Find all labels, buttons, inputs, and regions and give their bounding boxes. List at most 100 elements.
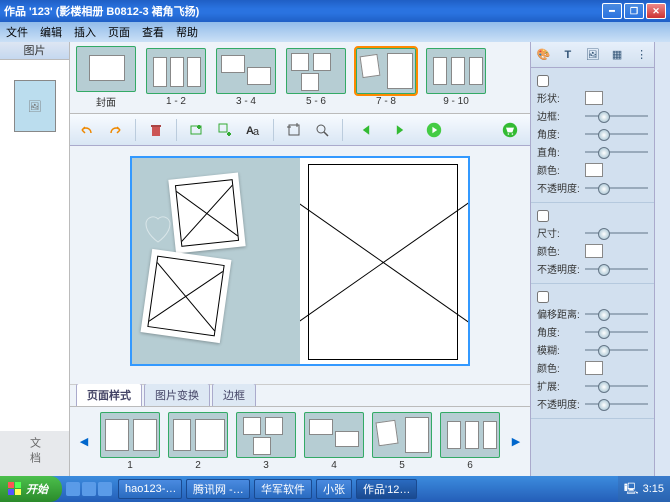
color-swatch-3[interactable] (585, 361, 603, 375)
vertical-scrollbar[interactable] (654, 42, 670, 476)
tray-icon[interactable]: 🖳 (624, 480, 639, 499)
text-tool-icon[interactable]: T (559, 46, 577, 64)
tab-border[interactable]: 边框 (212, 383, 256, 406)
add-shape-button[interactable] (214, 119, 236, 141)
play-button[interactable] (420, 116, 448, 144)
page-thumb-9-10[interactable] (426, 48, 486, 94)
style-thumb-2[interactable] (168, 412, 228, 458)
opacity-slider-1[interactable] (585, 182, 648, 194)
task-item-5[interactable]: 作品'12… (356, 479, 417, 499)
start-button[interactable]: 开始 (0, 476, 62, 502)
size-slider[interactable] (585, 227, 648, 239)
menu-file[interactable]: 文件 (6, 24, 28, 40)
task-item-1[interactable]: hao123-… (118, 479, 182, 499)
zoom-button[interactable] (311, 119, 333, 141)
menubar: 文件 编辑 插入 页面 查看 帮助 (0, 22, 670, 42)
page-thumb-5-6[interactable] (286, 48, 346, 94)
clock: 3:15 (643, 483, 664, 495)
taskbar: 开始 hao123-… 腾讯网 -… 华军软件 小张 作品'12… 🖳 3:15 (0, 476, 670, 502)
menu-edit[interactable]: 编辑 (40, 24, 62, 40)
strip-prev-button[interactable]: ◀ (76, 422, 92, 462)
crop-button[interactable] (283, 119, 305, 141)
menu-insert[interactable]: 插入 (74, 24, 96, 40)
outline-enable-checkbox[interactable] (537, 210, 549, 222)
offset-slider[interactable] (585, 308, 648, 320)
expand-slider[interactable] (585, 380, 648, 392)
photo-slot-1[interactable] (168, 173, 245, 254)
task-item-2[interactable]: 腾讯网 -… (186, 479, 250, 499)
prop-group-outline: 尺寸: 颜色: 不透明度: (531, 203, 654, 284)
opacity-slider-3[interactable] (585, 398, 648, 410)
prop-group-shadow: 偏移距离: 角度: 模糊: 颜色: 扩展: 不透明度: (531, 284, 654, 419)
system-tray[interactable]: 🖳 3:15 (618, 476, 670, 502)
angle-slider[interactable] (585, 128, 648, 140)
menu-view[interactable]: 查看 (142, 24, 164, 40)
add-text-button[interactable]: Aa (242, 119, 264, 141)
titlebar: 作品 '123' (影楼相册 B0812-3 裙角飞扬) ━ ❐ ✕ (0, 0, 670, 22)
ql-icon-1[interactable] (66, 482, 80, 496)
prop-group-shape: 形状: 边框: 角度: 直角: 颜色: 不透明度: (531, 68, 654, 203)
layers-icon[interactable]: ▦ (608, 46, 626, 64)
page-left[interactable] (132, 158, 300, 364)
canvas[interactable] (70, 146, 530, 384)
page-thumb-cover[interactable] (76, 46, 136, 92)
shadow-enable-checkbox[interactable] (537, 291, 549, 303)
menu-page[interactable]: 页面 (108, 24, 130, 40)
next-page-button[interactable] (386, 116, 414, 144)
opacity-slider-2[interactable] (585, 263, 648, 275)
photo-slot-3[interactable] (308, 164, 458, 360)
minimize-button[interactable]: ━ (602, 3, 622, 19)
shape-enable-checkbox[interactable] (537, 75, 549, 87)
undo-button[interactable] (76, 119, 98, 141)
style-thumb-5[interactable] (372, 412, 432, 458)
style-thumb-6[interactable] (440, 412, 500, 458)
tab-page-style[interactable]: 页面样式 (76, 383, 142, 406)
color-swatch-2[interactable] (585, 244, 603, 258)
style-thumb-4[interactable] (304, 412, 364, 458)
page-thumb-3-4[interactable] (216, 48, 276, 94)
prev-page-button[interactable] (352, 116, 380, 144)
ql-icon-3[interactable] (98, 482, 112, 496)
image-tool-icon[interactable]: 🖼 (583, 46, 601, 64)
task-item-3[interactable]: 华军软件 (254, 479, 312, 499)
left-panel-header: 图片 (0, 42, 69, 60)
redo-button[interactable] (104, 119, 126, 141)
page-strip-top: 封面 1 - 2 3 - 4 5 - 6 7 - 8 9 - 10 (70, 42, 530, 114)
page-right[interactable] (300, 158, 468, 364)
page-spread[interactable] (130, 156, 470, 366)
palette-icon[interactable]: 🎨 (534, 46, 552, 64)
blur-slider[interactable] (585, 344, 648, 356)
window-title: 作品 '123' (影楼相册 B0812-3 裙角飞扬) (4, 3, 600, 19)
photo-slot-2[interactable] (141, 249, 232, 343)
windows-logo-icon (8, 482, 22, 496)
edit-toolbar: Aa (70, 114, 530, 146)
page-thumb-1-2[interactable] (146, 48, 206, 94)
quick-launch (62, 482, 116, 496)
center-area: 封面 1 - 2 3 - 4 5 - 6 7 - 8 9 - 10 Aa (70, 42, 530, 476)
tab-image-transform[interactable]: 图片变换 (144, 383, 210, 406)
task-item-4[interactable]: 小张 (316, 479, 352, 499)
close-button[interactable]: ✕ (646, 3, 666, 19)
cart-button[interactable] (496, 116, 524, 144)
asset-thumbnail[interactable]: 🖼 (14, 80, 56, 132)
style-strip-bottom: ◀ 1 2 3 4 5 6 ▶ (70, 406, 530, 476)
page-thumb-7-8[interactable] (356, 48, 416, 94)
style-thumb-1[interactable] (100, 412, 160, 458)
shape-swatch[interactable] (585, 91, 603, 105)
shadow-angle-slider[interactable] (585, 326, 648, 338)
maximize-button[interactable]: ❐ (624, 3, 644, 19)
color-swatch-1[interactable] (585, 163, 603, 177)
ql-icon-2[interactable] (82, 482, 96, 496)
style-thumb-3[interactable] (236, 412, 296, 458)
strip-next-button[interactable]: ▶ (508, 422, 524, 462)
left-panel-side-label: 文档 (27, 437, 43, 467)
svg-text:a: a (253, 126, 260, 138)
add-image-button[interactable] (186, 119, 208, 141)
radius-slider[interactable] (585, 146, 648, 158)
properties-panel: 🎨 T 🖼 ▦ ⋮ 形状: 边框: 角度: 直角: 颜色: 不透明度: 尺寸: … (530, 42, 654, 476)
border-slider[interactable] (585, 110, 648, 122)
left-panel: 图片 🖼 文档 (0, 42, 70, 476)
settings-icon[interactable]: ⋮ (633, 46, 651, 64)
delete-button[interactable] (145, 119, 167, 141)
menu-help[interactable]: 帮助 (176, 24, 198, 40)
